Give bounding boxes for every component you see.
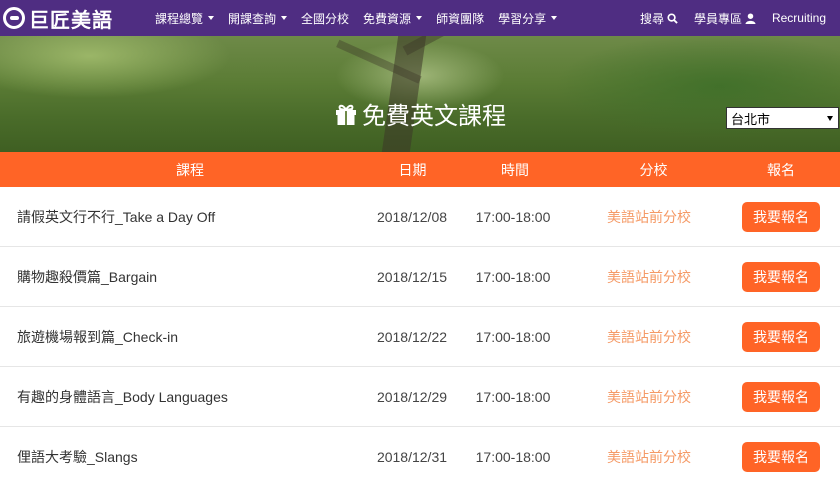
table-row: 請假英文行不行_Take a Day Off 2018/12/08 17:00-…	[0, 187, 840, 247]
header-signup: 報名	[767, 161, 795, 178]
course-date: 2018/12/08	[376, 208, 448, 225]
course-branch: 美語站前分校	[607, 328, 691, 345]
table-header: 課程 日期 時間 分校 報名	[0, 152, 840, 187]
course-date: 2018/12/22	[376, 328, 448, 345]
table-row: 有趣的身體語言_Body Languages 2018/12/29 17:00-…	[0, 367, 840, 427]
nav-item-class-search[interactable]: 開課查詢	[228, 10, 288, 27]
header-date: 日期	[398, 161, 427, 178]
course-branch: 美語站前分校	[607, 448, 691, 465]
course-date: 2018/12/29	[376, 388, 448, 405]
signup-cell: 我要報名	[734, 201, 840, 232]
user-icon	[745, 12, 756, 24]
nav-right-group: 搜尋 學員專區 Recruiting	[624, 0, 840, 36]
logo-mark-icon	[3, 7, 25, 29]
course-time: 17:00-18:00	[475, 388, 551, 405]
signup-button[interactable]: 我要報名	[742, 201, 820, 232]
page-title-text: 免費英文課程	[362, 102, 506, 130]
nav-item-label: 課程總覽	[155, 11, 204, 26]
signup-cell: 我要報名	[734, 321, 840, 352]
table-row: 俚語大考驗_Slangs 2018/12/31 17:00-18:00 美語站前…	[0, 427, 840, 485]
course-title: 有趣的身體語言_Body Languages	[17, 388, 228, 405]
course-title: 俚語大考驗_Slangs	[17, 448, 138, 465]
nav-item-branches[interactable]: 全國分校	[301, 10, 349, 27]
course-time: 17:00-18:00	[475, 268, 551, 285]
main-nav-menu: 課程總覽 開課查詢 全國分校 免費資源 師資團隊 學習分享	[155, 10, 571, 27]
search-icon	[667, 12, 678, 24]
signup-button[interactable]: 我要報名	[742, 321, 820, 352]
course-date: 2018/12/31	[376, 448, 448, 465]
course-title: 購物趣殺價篇_Bargain	[17, 268, 158, 285]
signup-button[interactable]: 我要報名	[742, 441, 820, 472]
recruiting-label: Recruiting	[771, 11, 826, 25]
header-course: 課程	[176, 161, 204, 178]
course-branch: 美語站前分校	[607, 268, 691, 285]
course-branch: 美語站前分校	[607, 388, 691, 405]
city-select[interactable]: 台北市	[726, 107, 839, 129]
signup-button[interactable]: 我要報名	[742, 381, 820, 412]
chevron-down-icon	[551, 16, 558, 20]
city-select-value: 台北市	[731, 111, 771, 127]
page-title: 免費英文課程	[0, 96, 840, 131]
signup-button[interactable]: 我要報名	[742, 261, 820, 292]
chevron-down-icon	[827, 116, 833, 121]
nav-item-label: 師資團隊	[436, 11, 485, 26]
nav-item-free-resources[interactable]: 免費資源	[363, 10, 423, 27]
course-time: 17:00-18:00	[475, 328, 551, 345]
table-row: 旅遊機場報到篇_Check-in 2018/12/22 17:00-18:00 …	[0, 307, 840, 367]
hero-background-tree	[381, 36, 427, 152]
logo-text: 巨匠美語	[29, 7, 113, 32]
table-row: 購物趣殺價篇_Bargain 2018/12/15 17:00-18:00 美語…	[0, 247, 840, 307]
course-date: 2018/12/15	[376, 268, 448, 285]
header-time: 時間	[501, 161, 529, 178]
gift-icon	[336, 104, 356, 125]
recruiting-link[interactable]: Recruiting	[772, 11, 826, 25]
search-label: 搜尋	[639, 11, 664, 26]
course-branch: 美語站前分校	[607, 208, 691, 225]
course-title: 旅遊機場報到篇_Check-in	[17, 328, 179, 345]
nav-item-label: 全國分校	[301, 11, 350, 26]
nav-item-label: 學習分享	[498, 11, 547, 26]
top-navbar: 巨匠美語 課程總覽 開課查詢 全國分校 免費資源 師資團隊 學習分享 搜尋 學員…	[0, 0, 840, 36]
member-area-link[interactable]: 學員專區	[694, 10, 756, 27]
course-time: 17:00-18:00	[475, 208, 551, 225]
chevron-down-icon	[416, 16, 423, 20]
course-table: 課程 日期 時間 分校 報名 請假英文行不行_Take a Day Off 20…	[0, 152, 840, 485]
nav-item-label: 開課查詢	[228, 11, 277, 26]
chevron-down-icon	[208, 16, 215, 20]
nav-item-learning-share[interactable]: 學習分享	[498, 10, 558, 27]
brand-logo[interactable]: 巨匠美語	[3, 0, 143, 36]
signup-cell: 我要報名	[734, 261, 840, 292]
search-link[interactable]: 搜尋	[640, 10, 678, 27]
header-branch: 分校	[639, 161, 668, 178]
nav-item-teachers[interactable]: 師資團隊	[436, 10, 484, 27]
signup-cell: 我要報名	[734, 381, 840, 412]
hero-banner: 免費英文課程	[0, 36, 840, 152]
signup-cell: 我要報名	[734, 441, 840, 472]
course-title: 請假英文行不行_Take a Day Off	[17, 208, 216, 225]
nav-item-courses[interactable]: 課程總覽	[155, 10, 215, 27]
nav-item-label: 免費資源	[363, 11, 412, 26]
chevron-down-icon	[281, 16, 288, 20]
course-time: 17:00-18:00	[475, 448, 551, 465]
member-label: 學員專區	[693, 11, 742, 26]
